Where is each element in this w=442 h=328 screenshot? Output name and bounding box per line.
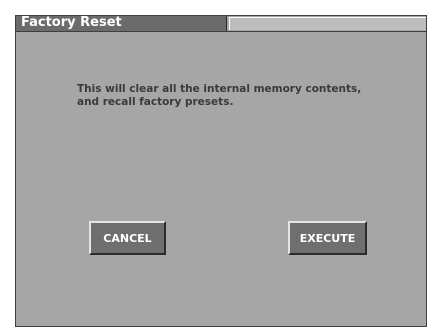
message-line-2: and recall factory presets. (77, 96, 234, 108)
cancel-button[interactable]: CANCEL (89, 221, 166, 255)
execute-button[interactable]: EXECUTE (288, 221, 367, 255)
confirmation-message: This will clear all the internal memory … (77, 83, 417, 109)
message-line-1: This will clear all the internal memory … (77, 83, 362, 95)
factory-reset-screen: Factory Reset This will clear all the in… (15, 15, 427, 327)
title-bar-filler (229, 17, 426, 30)
page-title: Factory Reset (21, 15, 122, 30)
title-bar: Factory Reset (16, 15, 426, 32)
title-tab: Factory Reset (16, 15, 227, 31)
